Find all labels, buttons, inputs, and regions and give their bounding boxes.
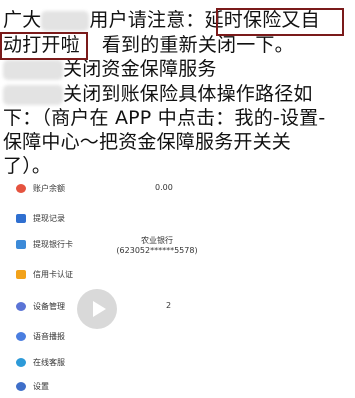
notice-step-2: 关闭到账保险具体操作路径如 <box>63 83 313 105</box>
menu-row-settings[interactable]: 设置 <box>0 376 355 396</box>
menu-row-device[interactable]: 设备管理 2 <box>0 296 355 316</box>
notice-line-6: 保障中心～把资金保障服务开关关 <box>3 131 292 153</box>
menu-label: 设备管理 <box>33 302 65 311</box>
service-icon <box>16 358 26 367</box>
menu-row-withdraw-record[interactable]: 提现记录 <box>0 208 355 228</box>
notice-greeting: 广大 <box>3 9 42 31</box>
play-button[interactable] <box>77 289 117 329</box>
menu-row-service[interactable]: 在线客服 <box>0 352 355 372</box>
notice-line-3: 关闭资金保障服务 <box>3 57 217 82</box>
blurred-text <box>3 59 63 80</box>
menu-row-balance[interactable]: 账户余额 0.00 <box>0 178 355 198</box>
menu-row-credit-card[interactable]: 信用卡认证 <box>0 264 355 284</box>
notice-line-4: 关闭到账保险具体操作路径如 <box>3 82 313 107</box>
notice-step-1: 关闭资金保障服务 <box>63 58 217 80</box>
blurred-text <box>3 84 63 105</box>
device-count: 2 <box>166 301 172 310</box>
bank-card-icon <box>16 240 26 249</box>
settings-icon <box>16 382 26 391</box>
menu-label: 提现银行卡 <box>33 240 73 249</box>
menu-label: 在线客服 <box>33 358 65 367</box>
highlight-box-1 <box>216 8 344 36</box>
balance-value: 0.00 <box>155 183 173 192</box>
wallet-icon <box>16 184 26 193</box>
notice-users: 用户请注意： <box>89 9 205 31</box>
bank-info: 农业银行 (623052******5578) <box>102 236 212 256</box>
bank-name: 农业银行 <box>141 236 173 245</box>
menu-label: 语音播报 <box>33 332 65 341</box>
credit-card-icon <box>16 270 26 279</box>
menu-label: 信用卡认证 <box>33 270 73 279</box>
bank-account: (623052******5578) <box>116 246 198 255</box>
highlight-box-2 <box>0 32 88 60</box>
notice-line-5: 下：（商户在 APP 中点击：我的-设置- <box>3 107 326 129</box>
voice-icon <box>16 332 26 341</box>
notice-instruction: 看到的重新关闭一下。 <box>101 34 294 56</box>
menu-label: 账户余额 <box>33 184 65 193</box>
blurred-text <box>41 10 90 31</box>
app-screenshot: 账户余额 0.00 提现记录 提现银行卡 农业银行 (623052******5… <box>0 176 355 398</box>
menu-row-voice[interactable]: 语音播报 <box>0 326 355 346</box>
play-icon <box>93 301 106 317</box>
record-icon <box>16 214 26 223</box>
device-icon <box>16 302 26 311</box>
menu-label: 设置 <box>33 382 49 391</box>
menu-label: 提现记录 <box>33 214 65 223</box>
